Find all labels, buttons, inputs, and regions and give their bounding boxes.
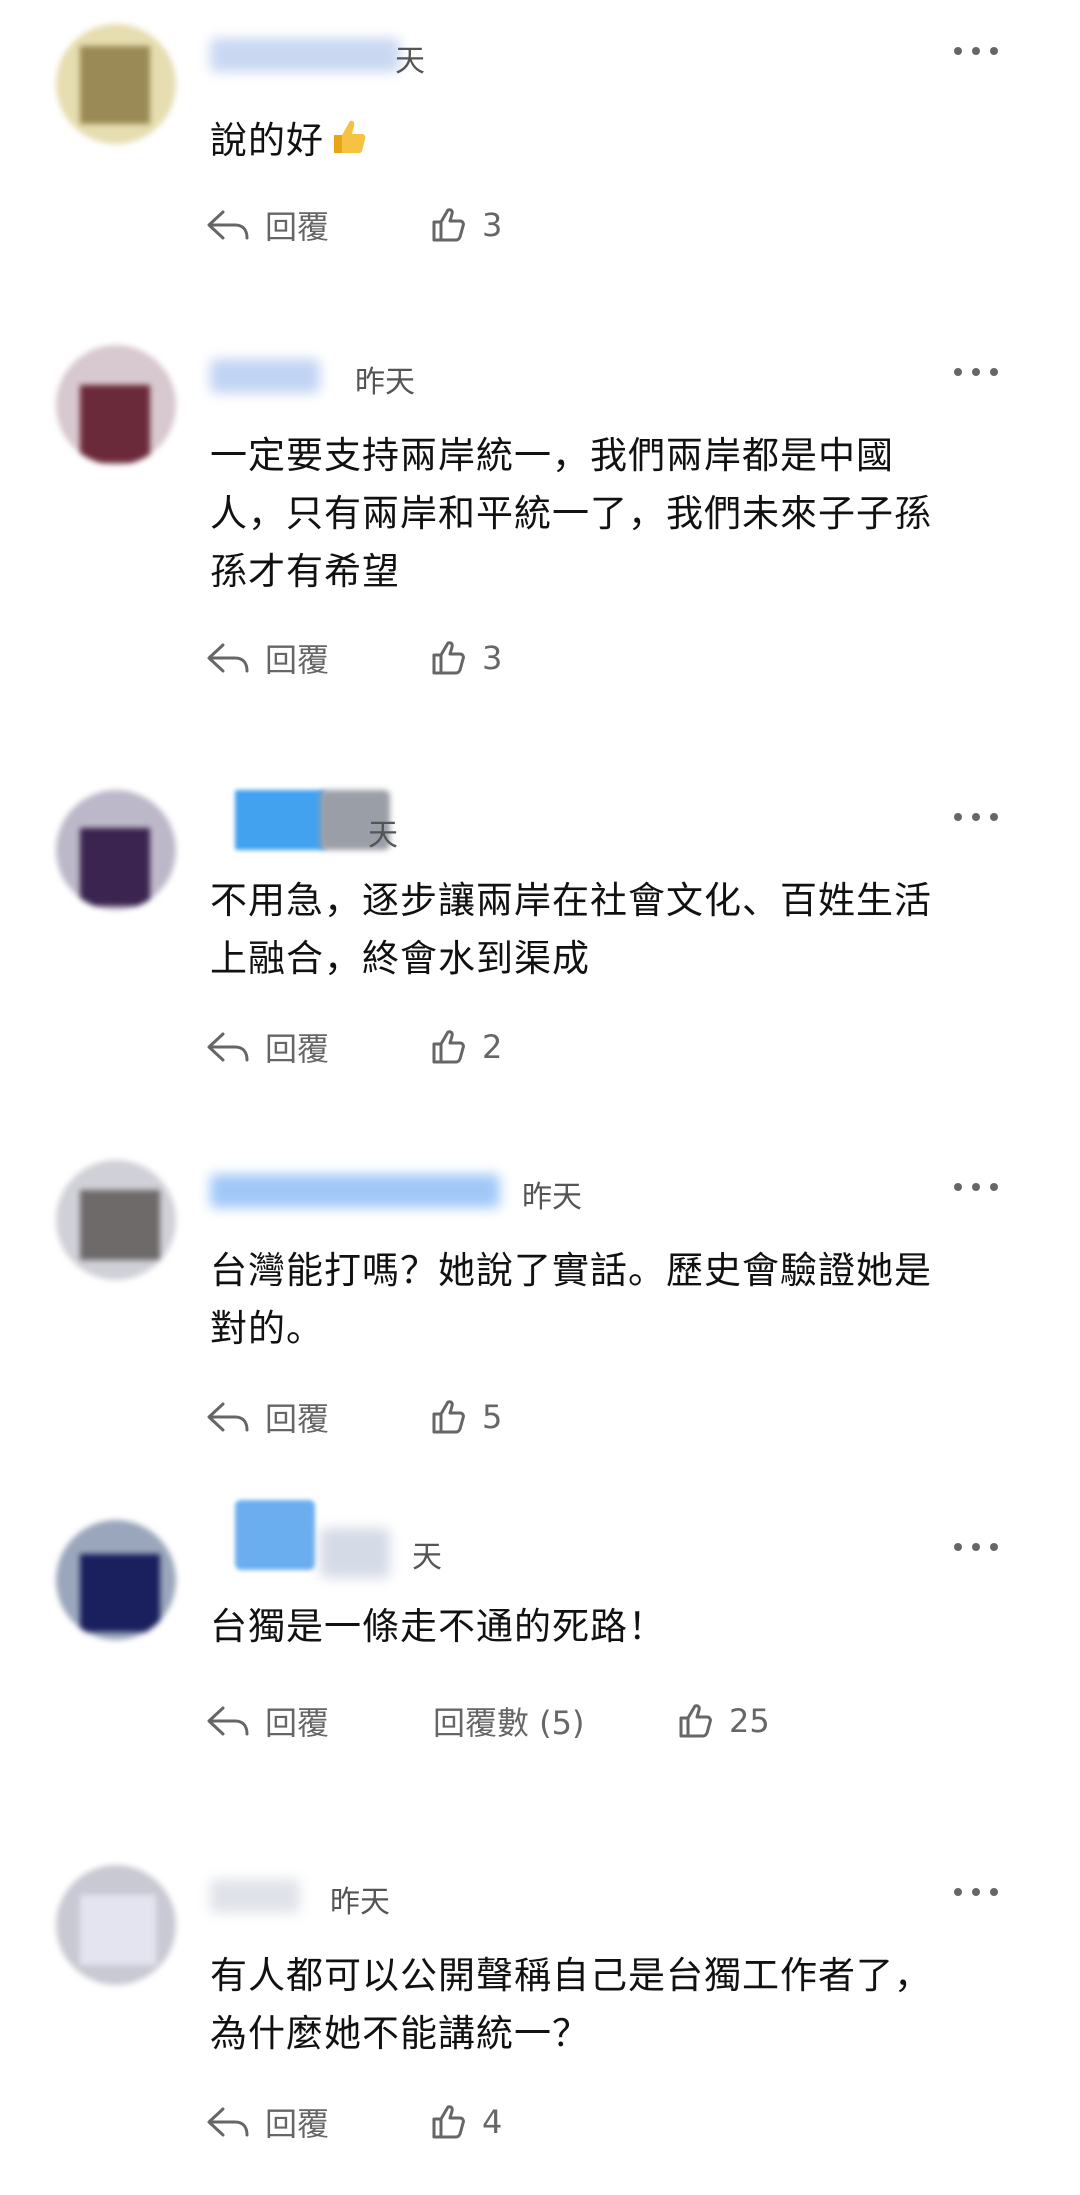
timestamp: 天 — [395, 44, 425, 79]
thumbs-up-icon — [432, 1030, 465, 1064]
avatar[interactable] — [56, 1865, 176, 1985]
more-options-button[interactable] — [954, 810, 1000, 822]
reply-label: 回覆 — [265, 1400, 330, 1438]
comment-line: 不用急，逐步讓兩岸在社會文化、百姓生活 — [210, 879, 932, 922]
more-options-button[interactable] — [954, 1885, 1000, 1897]
comment-text: 有人都可以公開聲稱自己是台獨工作者了， 為什麼她不能講統一？ — [210, 1947, 1010, 2063]
more-options-button[interactable] — [954, 1180, 1000, 1192]
comment-line: 上融合，終會水到渠成 — [210, 937, 590, 980]
comment-line: 人，只有兩岸和平統一了，我們未來子子孫 — [210, 492, 932, 535]
comment-line: 台灣能打嗎？她說了實話。歷史會驗證她是 — [210, 1249, 932, 1292]
thumbs-up-icon — [679, 1704, 712, 1738]
like-button[interactable]: 25 — [677, 1698, 770, 1744]
reply-button[interactable]: 回覆 — [205, 2099, 329, 2145]
comment-actions: 回覆 回覆數 (5) 25 — [205, 1698, 1025, 1748]
reply-arrow-icon — [207, 643, 249, 673]
more-options-button[interactable] — [954, 1540, 1000, 1552]
comment-line: 一定要支持兩岸統一，我們兩岸都是中國 — [210, 434, 894, 477]
reply-label: 回覆 — [265, 641, 330, 679]
thumbs-up-icon — [432, 208, 465, 242]
comment-line: 說的好 — [210, 119, 324, 162]
like-count: 2 — [482, 1028, 503, 1066]
comment-line: 對的。 — [210, 1307, 324, 1350]
reply-label: 回覆 — [265, 2105, 330, 2143]
comment-line: 為什麼她不能講統一？ — [210, 2012, 590, 2055]
comment-line: 台獨是一條走不通的死路！ — [210, 1605, 666, 1648]
like-button[interactable]: 3 — [430, 635, 502, 681]
like-count: 4 — [482, 2103, 503, 2141]
timestamp: 昨天 — [330, 1885, 390, 1920]
reply-arrow-icon — [207, 1402, 249, 1432]
thumbs-up-emoji-icon — [328, 116, 368, 174]
username-redacted[interactable] — [235, 1500, 315, 1570]
reply-label: 回覆 — [265, 1030, 330, 1068]
username-redacted[interactable] — [320, 1528, 390, 1578]
reply-arrow-icon — [207, 2107, 249, 2137]
like-button[interactable]: 4 — [430, 2099, 502, 2145]
reply-arrow-icon — [207, 1032, 249, 1062]
username-redacted[interactable] — [210, 38, 400, 72]
comment-text: 台灣能打嗎？她說了實話。歷史會驗證她是 對的。 — [210, 1242, 1010, 1358]
timestamp: 天 — [368, 818, 398, 853]
comment-actions: 回覆 2 — [205, 1024, 1025, 1074]
like-count: 3 — [482, 639, 503, 677]
like-button[interactable]: 5 — [430, 1394, 502, 1440]
timestamp: 昨天 — [522, 1180, 582, 1215]
timestamp: 天 — [412, 1540, 442, 1575]
comment-line: 孫才有希望 — [210, 550, 400, 593]
reply-button[interactable]: 回覆 — [205, 1698, 329, 1744]
reply-button[interactable]: 回覆 — [205, 1024, 329, 1070]
avatar[interactable] — [56, 1520, 176, 1640]
comment-actions: 回覆 3 — [205, 202, 1025, 252]
reply-arrow-icon — [207, 210, 249, 240]
comment-text: 台獨是一條走不通的死路！ — [210, 1598, 1010, 1656]
reply-button[interactable]: 回覆 — [205, 635, 329, 681]
avatar[interactable] — [56, 790, 176, 910]
comment-line: 有人都可以公開聲稱自己是台獨工作者了， — [210, 1954, 932, 1997]
timestamp: 昨天 — [355, 365, 415, 400]
comment-text: 一定要支持兩岸統一，我們兩岸都是中國 人，只有兩岸和平統一了，我們未來子子孫 孫… — [210, 427, 1010, 601]
avatar[interactable] — [56, 345, 176, 465]
thumbs-up-icon — [432, 641, 465, 675]
username-redacted[interactable] — [210, 1879, 300, 1913]
replies-count-label: 回覆數 (5) — [433, 1704, 585, 1742]
reply-label: 回覆 — [265, 1704, 330, 1742]
thumbs-up-icon — [432, 2105, 465, 2139]
more-options-button[interactable] — [954, 44, 1000, 56]
view-replies-button[interactable]: 回覆數 (5) — [433, 1698, 585, 1744]
reply-label: 回覆 — [265, 208, 330, 246]
username-redacted[interactable] — [210, 359, 320, 393]
username-redacted[interactable] — [210, 1174, 500, 1208]
comment-actions: 回覆 3 — [205, 635, 1025, 685]
reply-button[interactable]: 回覆 — [205, 202, 329, 248]
comment-text: 說的好 — [210, 112, 1010, 174]
like-count: 25 — [729, 1702, 770, 1740]
username-redacted[interactable] — [235, 790, 325, 850]
more-options-button[interactable] — [954, 365, 1000, 377]
comment-text: 不用急，逐步讓兩岸在社會文化、百姓生活 上融合，終會水到渠成 — [210, 872, 1010, 988]
like-button[interactable]: 3 — [430, 202, 502, 248]
like-count: 3 — [482, 206, 503, 244]
comment-actions: 回覆 5 — [205, 1394, 1025, 1444]
reply-arrow-icon — [207, 1706, 249, 1736]
like-button[interactable]: 2 — [430, 1024, 502, 1070]
thumbs-up-icon — [432, 1400, 465, 1434]
reply-button[interactable]: 回覆 — [205, 1394, 329, 1440]
avatar[interactable] — [56, 1160, 176, 1280]
avatar[interactable] — [56, 24, 176, 144]
like-count: 5 — [482, 1398, 503, 1436]
comment-actions: 回覆 4 — [205, 2099, 1025, 2149]
